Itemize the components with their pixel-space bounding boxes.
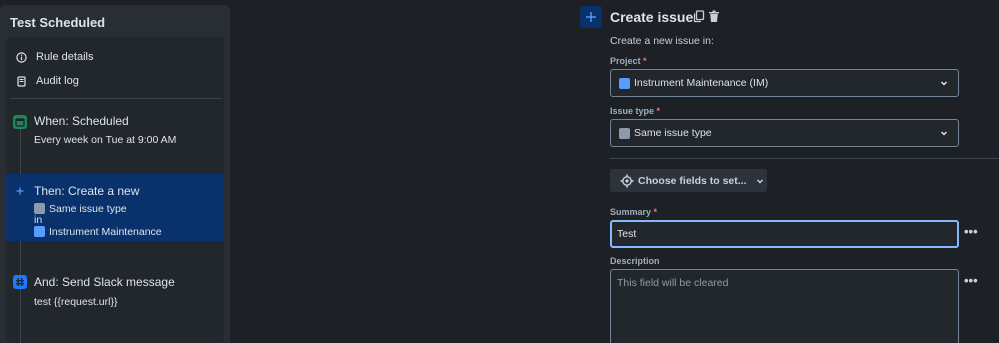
chevron-down-icon	[940, 131, 948, 136]
action-type-icon	[580, 6, 602, 28]
nav-rule-details-label: Rule details	[36, 51, 94, 63]
summary-input-value: Test	[617, 228, 637, 240]
step-connector: in	[34, 214, 43, 226]
calendar-icon	[13, 115, 27, 129]
issue-type-select[interactable]: Same issue type	[610, 119, 959, 147]
section-divider	[610, 158, 999, 159]
summary-more-button[interactable]: •••	[964, 224, 978, 239]
description-label: Description	[610, 256, 660, 266]
nav-divider	[10, 98, 222, 99]
plus-icon	[586, 12, 596, 22]
gear-icon	[620, 174, 634, 187]
copy-icon[interactable]	[693, 10, 705, 28]
step-create-issue[interactable]: Then: Create a new Same issue type in In…	[6, 174, 224, 241]
rule-sidebar: Test Scheduled Rule details Audit log Wh…	[0, 5, 230, 343]
slack-icon	[13, 275, 27, 289]
project-label: Project *	[610, 56, 647, 66]
info-icon	[16, 51, 27, 63]
required-mark: *	[653, 207, 658, 217]
choose-fields-label: Choose fields to set...	[638, 174, 747, 187]
step-slack-detail: test {{request.url}}	[34, 296, 118, 308]
step-project-label: Instrument Maintenance	[49, 226, 162, 238]
step-create-issue-title: Then: Create a new	[34, 184, 140, 198]
issue-type-icon	[34, 203, 45, 214]
step-project: Instrument Maintenance	[34, 226, 162, 238]
step-trigger-detail: Every week on Tue at 9:00 AM	[34, 134, 177, 146]
description-textarea[interactable]: This field will be cleared	[610, 269, 959, 343]
step-slack-title: And: Send Slack message	[34, 275, 175, 289]
chevron-down-icon	[756, 178, 763, 184]
project-label-text: Project	[610, 56, 641, 66]
nav-rule-details[interactable]: Rule details	[16, 51, 93, 63]
document-icon	[16, 75, 27, 87]
nav-audit-log-label: Audit log	[36, 75, 79, 87]
step-trigger[interactable]: When: Scheduled Every week on Tue at 9:0…	[6, 107, 224, 167]
summary-label-text: Summary	[610, 207, 652, 217]
step-slack[interactable]: And: Send Slack message test {{request.u…	[6, 267, 224, 317]
editor-actions	[693, 10, 720, 28]
project-icon	[619, 77, 630, 89]
step-trigger-title: When: Scheduled	[34, 114, 129, 128]
nav-audit-log[interactable]: Audit log	[16, 75, 79, 87]
issue-type-select-value: Same issue type	[634, 127, 712, 139]
required-mark: *	[643, 56, 647, 66]
editor-title: Create issue	[610, 9, 694, 25]
summary-input[interactable]: Test	[610, 220, 959, 248]
project-select-value: Instrument Maintenance (IM)	[634, 77, 769, 89]
step-issue-type-label: Same issue type	[49, 203, 127, 215]
choose-fields-button[interactable]: Choose fields to set...	[610, 169, 767, 192]
issue-type-icon	[619, 127, 630, 139]
description-placeholder: This field will be cleared	[617, 277, 729, 289]
issue-type-label-text: Issue type	[610, 106, 655, 116]
plus-icon	[13, 184, 27, 198]
editor-subtitle: Create a new issue in:	[610, 35, 714, 47]
required-mark: *	[656, 106, 661, 116]
summary-label: Summary *	[610, 207, 657, 217]
trash-icon[interactable]	[708, 10, 720, 28]
chevron-down-icon	[940, 81, 948, 86]
description-label-text: Description	[610, 256, 660, 266]
issue-type-label: Issue type *	[610, 106, 660, 116]
rule-nav: Rule details Audit log When: Scheduled E…	[6, 37, 224, 343]
project-icon	[34, 226, 45, 237]
rule-title: Test Scheduled	[10, 15, 106, 30]
project-select[interactable]: Instrument Maintenance (IM)	[610, 69, 959, 97]
step-issue-type: Same issue type	[34, 203, 127, 215]
description-more-button[interactable]: •••	[964, 273, 978, 288]
